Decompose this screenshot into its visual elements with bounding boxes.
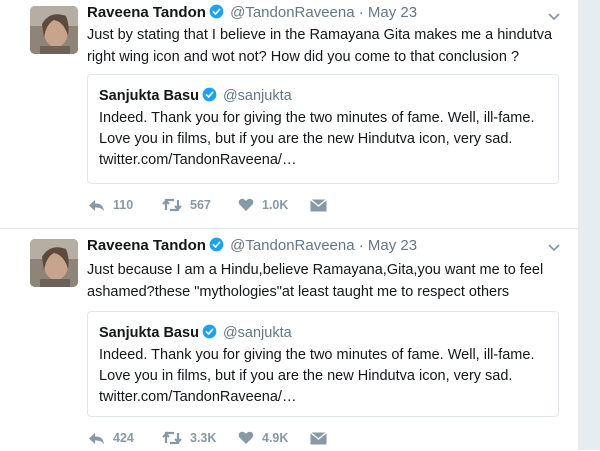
quoted-author-name: Sanjukta Basu: [99, 325, 199, 341]
reply-count: 424: [113, 431, 134, 445]
tweet-header: Raveena Tandon @TandonRaveena · May 23: [87, 237, 417, 255]
quoted-tweet-header: Sanjukta Basu @sanjukta: [99, 87, 292, 106]
direct-message-button[interactable]: [310, 428, 327, 448]
like-count: 4.9K: [262, 431, 289, 445]
chevron-down-icon[interactable]: [548, 239, 560, 257]
reply-button[interactable]: 424: [88, 428, 134, 448]
retweet-icon: [162, 198, 182, 212]
envelope-icon: [310, 198, 327, 212]
reply-icon: [88, 199, 105, 212]
like-count: 1.0K: [262, 198, 289, 212]
direct-message-button[interactable]: [310, 195, 327, 215]
avatar[interactable]: [30, 6, 78, 54]
reply-count: 110: [113, 198, 134, 212]
quoted-author-handle: @sanjukta: [222, 88, 292, 104]
verified-badge-icon: [209, 4, 224, 23]
tweet-header: Raveena Tandon @TandonRaveena · May 23: [87, 4, 417, 22]
verified-badge-icon: [202, 324, 217, 343]
retweet-icon: [162, 431, 182, 445]
heart-icon: [238, 198, 254, 212]
like-button[interactable]: 4.9K: [238, 428, 288, 448]
reply-icon: [88, 432, 105, 445]
timeline-right-rail: [578, 0, 600, 450]
author-name[interactable]: Raveena Tandon: [87, 4, 206, 21]
separator-dot: ·: [358, 237, 364, 254]
verified-badge-icon: [202, 87, 217, 106]
like-button[interactable]: 1.0K: [238, 195, 288, 215]
envelope-icon: [310, 431, 327, 445]
quoted-tweet-text: Indeed. Thank you for giving the two min…: [99, 110, 535, 168]
quoted-tweet[interactable]: Sanjukta Basu @sanjukta Indeed. Thank yo…: [87, 311, 559, 417]
author-name[interactable]: Raveena Tandon: [87, 237, 206, 254]
tweet-text: Just by stating that I believe in the Ra…: [87, 27, 553, 65]
quoted-tweet-text: Indeed. Thank you for giving the two min…: [99, 347, 535, 405]
heart-icon: [238, 431, 254, 445]
verified-badge-icon: [209, 237, 224, 256]
quoted-tweet[interactable]: Sanjukta Basu @sanjukta Indeed. Thank yo…: [87, 74, 559, 184]
author-handle[interactable]: @TandonRaveena: [230, 237, 354, 254]
retweet-button[interactable]: 567: [162, 195, 211, 215]
tweet[interactable]: Raveena Tandon @TandonRaveena · May 23 J…: [0, 0, 578, 228]
separator-dot: ·: [358, 4, 364, 21]
tweet[interactable]: Raveena Tandon @TandonRaveena · May 23 J…: [0, 228, 578, 451]
retweet-count: 3.3K: [190, 431, 217, 445]
tweet-date[interactable]: May 23: [368, 4, 417, 21]
avatar[interactable]: [30, 239, 78, 287]
quoted-tweet-header: Sanjukta Basu @sanjukta: [99, 324, 292, 343]
retweet-button[interactable]: 3.3K: [162, 428, 216, 448]
reply-button[interactable]: 110: [88, 195, 133, 215]
quoted-author-name: Sanjukta Basu: [99, 88, 199, 104]
retweet-count: 567: [190, 198, 211, 212]
tweet-text: Just because I am a Hindu,believe Ramaya…: [87, 262, 544, 300]
author-handle[interactable]: @TandonRaveena: [230, 4, 354, 21]
quoted-author-handle: @sanjukta: [222, 325, 292, 341]
tweet-date[interactable]: May 23: [368, 237, 417, 254]
